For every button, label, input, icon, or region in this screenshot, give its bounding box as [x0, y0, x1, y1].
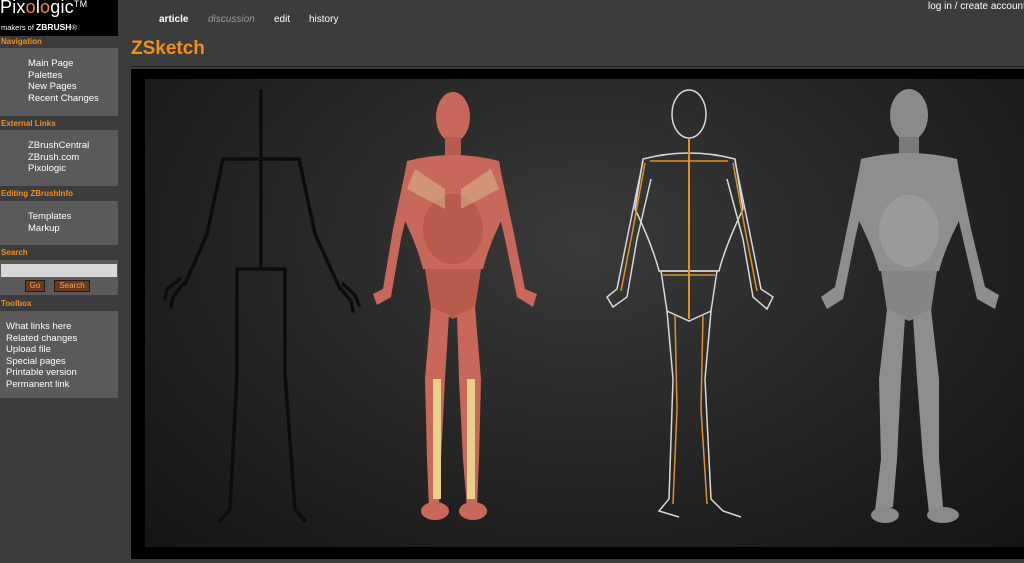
search-button[interactable]: Search: [54, 280, 90, 292]
sidebar-item-pixologic[interactable]: Pixologic: [28, 163, 118, 175]
tab-edit[interactable]: edit: [274, 14, 290, 25]
sidebar-item-recent-changes[interactable]: Recent Changes: [28, 93, 118, 105]
sidebar-item-markup[interactable]: Markup: [28, 223, 118, 235]
sidebar-item-printable-version[interactable]: Printable version: [6, 367, 118, 379]
tab-discussion[interactable]: discussion: [208, 14, 255, 25]
toolbox-heading: Toolbox: [1, 299, 32, 308]
user-links-separator: /: [951, 1, 961, 12]
logo-tagline: makers of ZBRUSH®: [1, 22, 77, 32]
sidebar-item-upload-file[interactable]: Upload file: [6, 344, 118, 356]
editing-heading: Editing ZBrushInfo: [1, 189, 73, 198]
illustration-canvas: [145, 79, 1024, 547]
sidebar: PixologicTM makers of ZBRUSH® Navigation…: [0, 0, 120, 563]
page-title: ZSketch: [131, 38, 205, 59]
navigation-heading: Navigation: [1, 37, 42, 46]
sidebar-item-related-changes[interactable]: Related changes: [6, 333, 118, 345]
xray-skeleton-figure: [606, 89, 774, 518]
tab-history[interactable]: history: [309, 14, 338, 25]
editing-panel: Templates Markup: [0, 201, 118, 245]
figures-svg: [163, 89, 999, 523]
muscle-anatomy-figure: [373, 92, 537, 520]
tab-article[interactable]: article: [159, 14, 188, 25]
search-panel: Go Search: [0, 260, 118, 295]
external-links-heading: External Links: [1, 119, 56, 128]
zsketch-illustration[interactable]: [131, 69, 1024, 559]
sidebar-item-what-links-here[interactable]: What links here: [6, 321, 118, 333]
navigation-panel: Main Page Palettes New Pages Recent Chan…: [0, 48, 118, 116]
gray-sculpt-figure: [821, 89, 999, 523]
sidebar-item-new-pages[interactable]: New Pages: [28, 81, 118, 93]
search-heading: Search: [1, 248, 28, 257]
stick-skeleton-figure: [163, 89, 361, 523]
toolbox-panel: What links here Related changes Upload f…: [0, 311, 118, 398]
logo-wordmark: PixologicTM: [0, 0, 88, 17]
search-input[interactable]: [1, 264, 117, 277]
sidebar-item-palettes[interactable]: Palettes: [28, 70, 118, 82]
sidebar-item-main-page[interactable]: Main Page: [28, 58, 118, 70]
pixologic-logo[interactable]: PixologicTM makers of ZBRUSH®: [0, 0, 118, 36]
user-links: log in / create account: [928, 1, 1024, 12]
sidebar-item-zbrushcentral[interactable]: ZBrushCentral: [28, 140, 118, 152]
login-link[interactable]: log in: [928, 1, 952, 12]
external-links-panel: ZBrushCentral ZBrush.com Pixologic: [0, 130, 118, 186]
create-account-link[interactable]: create account: [960, 1, 1024, 12]
sidebar-item-zbrush-com[interactable]: ZBrush.com: [28, 152, 118, 164]
sidebar-item-templates[interactable]: Templates: [28, 211, 118, 223]
title-divider: [131, 66, 1024, 67]
sidebar-item-special-pages[interactable]: Special pages: [6, 356, 118, 368]
go-button[interactable]: Go: [25, 280, 45, 292]
sidebar-item-permanent-link[interactable]: Permanent link: [6, 379, 118, 391]
